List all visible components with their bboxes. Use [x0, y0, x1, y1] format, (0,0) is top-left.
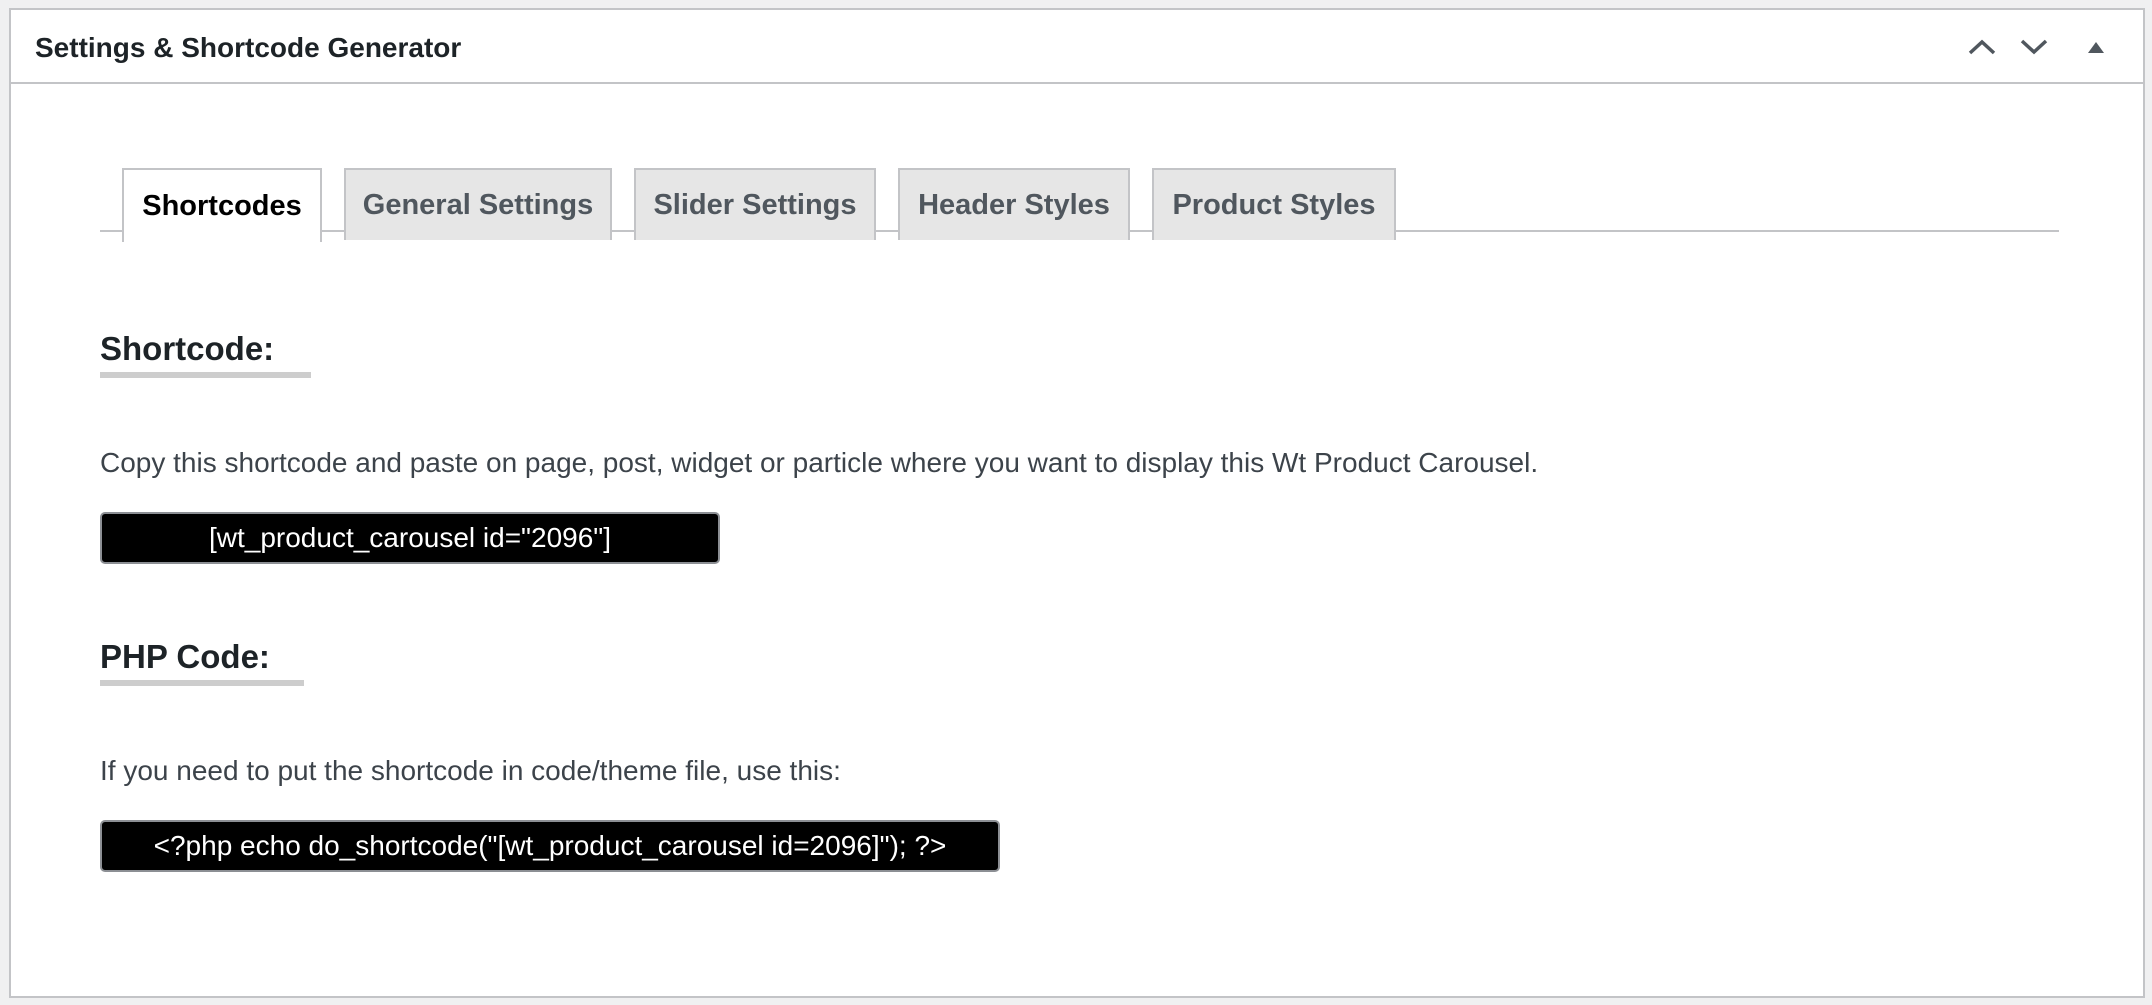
postbox-header: Settings & Shortcode Generator [11, 10, 2143, 84]
tab-shortcodes[interactable]: Shortcodes [122, 168, 322, 242]
shortcode-heading-underline [100, 372, 311, 378]
shortcode-heading: Shortcode: [100, 330, 275, 367]
move-down-button[interactable] [2011, 24, 2057, 70]
chevron-up-icon [1968, 39, 1996, 55]
tab-product-styles[interactable]: Product Styles [1152, 168, 1396, 240]
tab-general-settings[interactable]: General Settings [344, 168, 612, 240]
chevron-down-icon [2020, 39, 2048, 55]
postbox-title: Settings & Shortcode Generator [35, 32, 462, 63]
toggle-panel-button[interactable] [2073, 24, 2119, 70]
shortcode-description: Copy this shortcode and paste on page, p… [100, 447, 1539, 478]
php-code-description: If you need to put the shortcode in code… [100, 755, 841, 786]
move-up-button[interactable] [1959, 24, 2005, 70]
tab-bar: Shortcodes General Settings Slider Setti… [100, 160, 2059, 242]
tab-header-styles[interactable]: Header Styles [898, 168, 1130, 240]
shortcode-code-box[interactable]: [wt_product_carousel id="2096"] [100, 512, 720, 564]
php-code-box[interactable]: <?php echo do_shortcode("[wt_product_car… [100, 820, 1000, 872]
settings-postbox: Settings & Shortcode Generator Shortcode… [9, 8, 2145, 998]
tab-slider-settings[interactable]: Slider Settings [634, 168, 876, 240]
php-code-heading-underline [100, 680, 304, 686]
triangle-up-icon [2088, 42, 2104, 53]
php-code-heading: PHP Code: [100, 638, 270, 675]
